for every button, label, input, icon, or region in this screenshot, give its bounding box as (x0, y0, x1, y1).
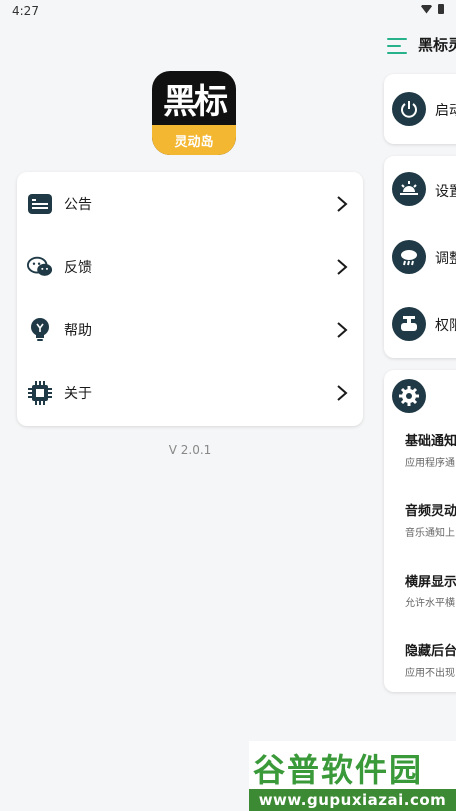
watermark-url: www.gupuxiazai.com (249, 789, 456, 811)
wifi-icon (421, 4, 432, 14)
drawer-item-feedback[interactable]: 反馈 (17, 235, 363, 298)
chevron-right-icon (337, 195, 348, 212)
setting-desc: 允许水平横 (405, 598, 455, 609)
status-bar: 4:27 (0, 0, 456, 22)
status-icons (421, 4, 444, 14)
drawer-item-label: 反馈 (64, 259, 92, 276)
drawer-item-label: 帮助 (64, 322, 92, 339)
announcement-icon (27, 191, 53, 217)
menu-icon[interactable] (387, 38, 407, 54)
logo-title: 黑标 (163, 81, 228, 122)
drawer-item-help[interactable]: 帮助 (17, 298, 363, 361)
setting-title-hide-background[interactable]: 隐藏后台 (405, 640, 456, 659)
status-time: 4:27 (12, 4, 39, 18)
settings-item-label[interactable]: 权限 (435, 315, 456, 335)
lightbulb-icon (27, 317, 53, 343)
logo-subtitle: 灵动岛 (152, 125, 236, 155)
cloud-rain-icon (392, 240, 426, 274)
drawer-item-about[interactable]: 关于 (17, 361, 363, 424)
start-label: 启动 (435, 103, 456, 119)
page-title: 黑标灵 (418, 36, 456, 54)
watermark: 谷普软件园 www.gupuxiazai.com (249, 741, 456, 811)
setting-desc: 音乐通知上 (405, 528, 455, 539)
watermark-title: 谷普软件园 (253, 751, 424, 789)
sunrise-icon (392, 172, 426, 206)
app-version: V 2.0.1 (168, 443, 212, 457)
gear-icon (392, 379, 426, 413)
setting-title-audio[interactable]: 音频灵动 (405, 500, 456, 519)
setting-title-basic-notification[interactable]: 基础通知 (405, 430, 456, 449)
drawer-item-announcement[interactable]: 公告 (17, 172, 363, 235)
wechat-icon (27, 254, 53, 280)
valve-icon (392, 307, 426, 341)
battery-icon (438, 4, 444, 14)
drawer-item-label: 公告 (64, 196, 92, 213)
setting-desc: 应用程序通 (405, 458, 455, 469)
drawer-item-label: 关于 (64, 385, 92, 402)
app-logo: 黑标 灵动岛 (152, 71, 236, 155)
settings-item-label[interactable]: 调整 (435, 248, 456, 268)
chevron-right-icon (337, 258, 348, 275)
settings-item-label[interactable]: 设置 (435, 181, 456, 201)
power-icon (392, 92, 426, 126)
chevron-right-icon (337, 321, 348, 338)
chip-icon (27, 380, 53, 406)
setting-title-landscape[interactable]: 横屏显示 (405, 571, 456, 590)
setting-desc: 应用不出现 (405, 668, 455, 679)
drawer-menu-card: 公告 反馈 帮助 关于 (17, 172, 363, 426)
chevron-right-icon (337, 384, 348, 401)
